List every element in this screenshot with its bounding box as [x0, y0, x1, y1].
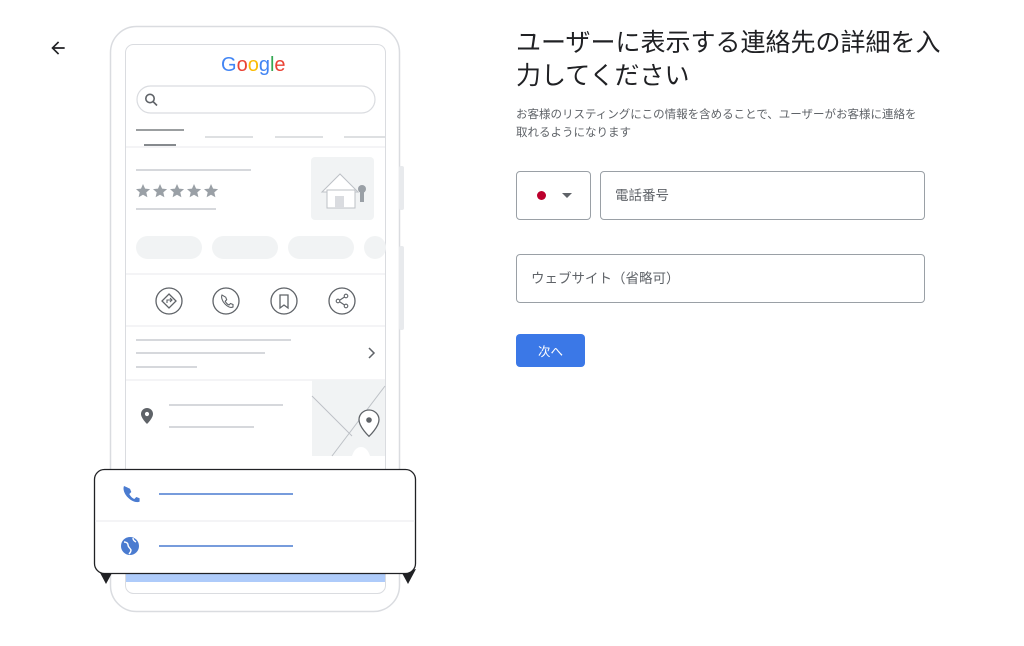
phone-illustration: Google [93, 25, 417, 613]
google-logo-letter: g [259, 54, 270, 76]
google-logo-letter: o [248, 54, 259, 76]
store-thumbnail [311, 157, 374, 220]
country-code-select[interactable] [516, 171, 591, 220]
contact-callout-card [93, 468, 417, 584]
google-logo: Google [221, 54, 286, 76]
google-logo-text: Google [221, 54, 286, 76]
next-button[interactable]: 次へ [516, 334, 585, 367]
website-input[interactable] [516, 254, 925, 303]
google-logo-letter: e [274, 54, 285, 76]
back-button[interactable] [44, 34, 72, 62]
page-subtitle: お客様のリスティングにこの情報を含めることで、ユーザーがお客様に連絡を取れるよう… [516, 107, 917, 139]
share-icon [328, 287, 356, 315]
google-logo-letter: G [221, 54, 237, 76]
page-title: ユーザーに表示する連絡先の詳細を入力してください [516, 28, 941, 90]
directions-icon [155, 287, 183, 315]
bookmark-icon [270, 287, 298, 315]
google-logo-letter: o [237, 54, 248, 76]
phone-icon [212, 287, 240, 315]
arrow-left-icon [51, 41, 65, 55]
map-thumbnail [311, 380, 386, 457]
phone-number-input[interactable] [600, 171, 925, 220]
caret-down-icon [562, 192, 572, 198]
globe-icon [121, 537, 139, 555]
japan-flag-icon [537, 191, 546, 200]
